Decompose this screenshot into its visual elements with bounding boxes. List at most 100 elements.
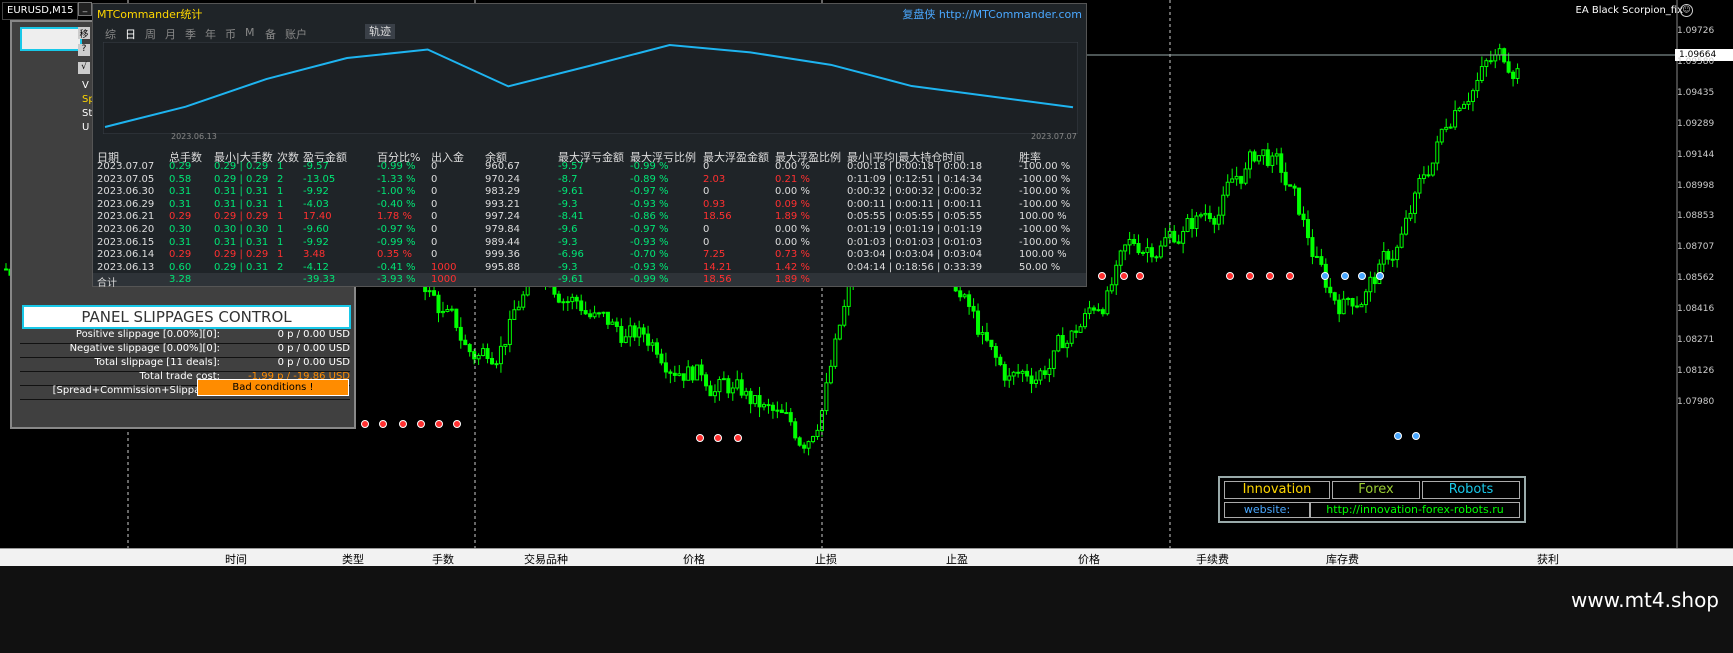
- panel-toggle-icon[interactable]: 移: [78, 27, 90, 40]
- table-cell: -0.99 %: [377, 236, 416, 248]
- trade-marker-icon[interactable]: [435, 420, 443, 428]
- trade-marker-icon[interactable]: [1136, 272, 1144, 280]
- trade-marker-icon[interactable]: [1266, 272, 1274, 280]
- terminal-column-header[interactable]: 止盈: [946, 551, 968, 567]
- terminal-header: 时间 类型 手数 交易品种 价格 止损 止盈 价格 手续费 库存费 获利: [0, 548, 1733, 567]
- candle-body: [717, 379, 722, 393]
- terminal-column-header[interactable]: 价格: [683, 551, 705, 567]
- tab-5[interactable]: 年: [205, 26, 216, 42]
- candle-body: [708, 385, 713, 397]
- candle-body: [498, 345, 503, 365]
- tab-1[interactable]: 日: [125, 26, 136, 42]
- candle-body: [686, 366, 691, 381]
- tab-trace[interactable]: 轨迹: [365, 24, 395, 39]
- table-cell: 2023.06.30: [97, 186, 155, 198]
- trade-marker-icon[interactable]: [1341, 272, 1349, 280]
- terminal-column-header[interactable]: 价格: [1078, 551, 1100, 567]
- trade-marker-icon[interactable]: [1226, 272, 1234, 280]
- terminal-column-header[interactable]: 获利: [1537, 551, 1559, 567]
- trade-marker-icon[interactable]: [696, 434, 704, 442]
- terminal-column-header[interactable]: 交易品种: [524, 551, 568, 567]
- table-cell: 2023.06.13: [97, 261, 155, 273]
- trade-marker-icon[interactable]: [1098, 272, 1106, 280]
- help-icon[interactable]: ?: [78, 44, 90, 56]
- stats-link[interactable]: 复盘侠 http://MTCommander.com: [902, 6, 1082, 22]
- table-cell: 0.29: [169, 211, 192, 223]
- trade-marker-icon[interactable]: [1394, 432, 1402, 440]
- trade-marker-icon[interactable]: [714, 434, 722, 442]
- trade-marker-icon[interactable]: [1376, 272, 1384, 280]
- trade-marker-icon[interactable]: [379, 420, 387, 428]
- table-cell: 0.31 | 0.31: [214, 236, 269, 248]
- table-cell: -0.97 %: [630, 186, 669, 198]
- table-cell: 970.24: [485, 173, 520, 185]
- price-axis-label: 1.07980: [1677, 396, 1715, 407]
- tab-6[interactable]: 币: [225, 26, 236, 42]
- trade-marker-icon[interactable]: [734, 434, 742, 442]
- candle-body: [1421, 174, 1426, 180]
- terminal-column-header[interactable]: 库存费: [1326, 551, 1359, 567]
- tab-2[interactable]: 周: [145, 26, 156, 42]
- terminal-column-header[interactable]: 时间: [225, 551, 247, 567]
- tab-0[interactable]: 综: [105, 26, 116, 42]
- candle-body: [1221, 194, 1226, 216]
- table-cell: 0.30: [169, 224, 192, 235]
- candle-body: [1185, 218, 1190, 232]
- tab-7[interactable]: M: [245, 26, 255, 39]
- table-cell: -1.00 %: [377, 186, 416, 198]
- trade-marker-icon[interactable]: [1358, 272, 1366, 280]
- candle-body: [1123, 244, 1128, 252]
- table-cell: 0: [431, 186, 438, 198]
- minimize-button[interactable]: _: [78, 2, 92, 16]
- ea-name-label: EA Black Scorpion_fix: [1575, 5, 1683, 16]
- tab-3[interactable]: 月: [165, 26, 176, 42]
- candle-body: [1100, 309, 1105, 315]
- candle-body: [1305, 219, 1310, 239]
- candle-body: [788, 412, 793, 423]
- check-icon[interactable]: √: [78, 62, 90, 74]
- slippage-row-label: Positive slippage [0.00%][0]:: [75, 329, 220, 340]
- bad-conditions-button[interactable]: Bad conditions !: [197, 379, 349, 396]
- table-cell: 0.31: [169, 236, 192, 248]
- total-cell: 3.28: [169, 274, 192, 285]
- candle-body: [1457, 107, 1462, 112]
- total-cell: -9.61: [558, 274, 584, 285]
- table-cell: 989.44: [485, 236, 520, 248]
- tab-4[interactable]: 季: [185, 26, 196, 42]
- terminal-column-header[interactable]: 类型: [342, 551, 364, 567]
- tab-9[interactable]: 账户: [285, 26, 307, 42]
- terminal-column-header[interactable]: 手数: [432, 551, 454, 567]
- candle-body: [1466, 100, 1471, 105]
- tab-8[interactable]: 备: [265, 26, 276, 42]
- candle-body: [1332, 292, 1337, 301]
- trade-marker-icon[interactable]: [1246, 272, 1254, 280]
- trade-marker-icon[interactable]: [1286, 272, 1294, 280]
- candle-body: [1051, 350, 1056, 369]
- candle-body: [1493, 54, 1498, 62]
- candle-body: [802, 444, 807, 449]
- panel-field[interactable]: [20, 27, 82, 51]
- slippage-row-label: Total slippage [11 deals]:: [94, 357, 221, 368]
- table-cell: 2.03: [703, 173, 726, 185]
- slippage-row-label: [Spread+Commission+Slippage]:: [52, 385, 220, 396]
- candle-body: [440, 310, 445, 314]
- price-chart[interactable]: EURUSD,M15 _ EA Black Scorpion_fix ☺ 1.0…: [0, 0, 1733, 600]
- candle-body: [1136, 243, 1141, 254]
- table-cell: -0.97 %: [630, 224, 669, 235]
- slippage-row: Negative slippage [0.00%][0]: 0 p / 0.00 …: [20, 343, 350, 358]
- trade-marker-icon[interactable]: [1321, 272, 1329, 280]
- trade-marker-icon[interactable]: [1412, 432, 1420, 440]
- trade-marker-icon[interactable]: [399, 420, 407, 428]
- terminal-column-header[interactable]: 止损: [815, 551, 837, 567]
- candle-body: [1350, 297, 1355, 307]
- candle-body: [828, 365, 833, 384]
- website-link[interactable]: http://innovation-forex-robots.ru: [1310, 502, 1520, 518]
- trade-marker-icon[interactable]: [1120, 272, 1128, 280]
- candle-body: [681, 373, 686, 381]
- terminal-column-header[interactable]: 手续费: [1196, 551, 1229, 567]
- trade-marker-icon[interactable]: [453, 420, 461, 428]
- trade-marker-icon[interactable]: [417, 420, 425, 428]
- candle-body: [1109, 284, 1114, 292]
- trade-marker-icon[interactable]: [361, 420, 369, 428]
- table-cell: 0:00:11 | 0:00:11 | 0:00:11: [847, 198, 983, 210]
